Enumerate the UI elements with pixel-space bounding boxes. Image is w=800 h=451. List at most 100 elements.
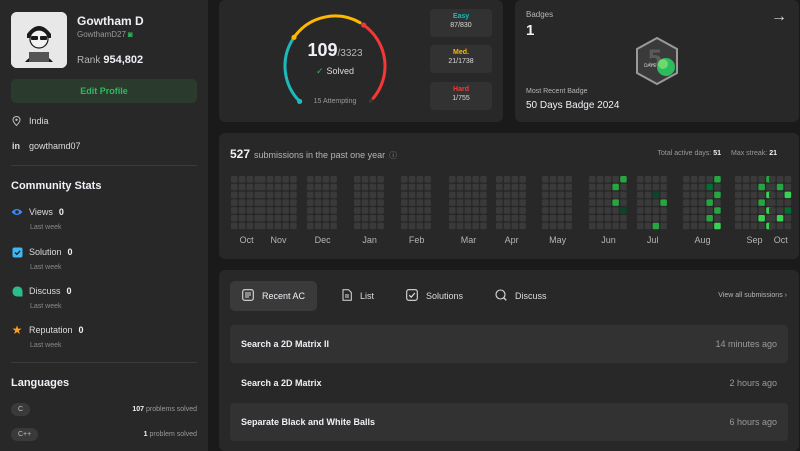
heatmap-cell[interactable]: [480, 191, 487, 199]
heatmap-cell[interactable]: [758, 191, 765, 199]
heatmap-cell[interactable]: [758, 183, 765, 191]
heatmap-cell[interactable]: [307, 199, 314, 206]
heatmap-cell[interactable]: [282, 215, 289, 222]
heatmap-cell[interactable]: [369, 207, 377, 214]
heatmap-cell[interactable]: [322, 199, 330, 206]
submission-title[interactable]: Search a 2D Matrix: [241, 378, 322, 388]
heatmap-cell[interactable]: [322, 222, 330, 230]
heatmap-cell[interactable]: [706, 176, 713, 183]
heatmap-cell[interactable]: [472, 191, 479, 199]
heatmap-cell[interactable]: [511, 215, 519, 222]
heatmap-cell[interactable]: [565, 222, 572, 230]
heatmap-cell[interactable]: [589, 222, 596, 230]
heatmap-cell[interactable]: [307, 222, 314, 230]
heatmap-cell[interactable]: [456, 222, 464, 230]
heatmap-cell[interactable]: [408, 199, 416, 206]
heatmap-cell[interactable]: [683, 183, 690, 191]
heatmap-cell[interactable]: [416, 199, 424, 206]
heatmap-cell[interactable]: [496, 191, 503, 199]
heatmap-cell[interactable]: [330, 215, 337, 222]
heatmap-cell[interactable]: [503, 207, 511, 214]
heatmap-cell[interactable]: [750, 191, 758, 199]
heatmap-cell[interactable]: [231, 215, 238, 222]
heatmap-cell[interactable]: [266, 207, 274, 214]
heatmap-cell[interactable]: [266, 183, 274, 191]
heatmap-cell[interactable]: [408, 207, 416, 214]
heatmap-cell[interactable]: [542, 215, 549, 222]
heatmap-cell[interactable]: [637, 183, 644, 191]
heatmap-cell[interactable]: [259, 207, 266, 214]
heatmap-cell[interactable]: [769, 215, 776, 222]
medium-stat[interactable]: Med. 21/1738: [430, 45, 492, 73]
submission-row[interactable]: Search a 2D Matrix 2 hours ago: [230, 364, 788, 402]
heatmap-cell[interactable]: [742, 191, 750, 199]
heatmap-cell[interactable]: [307, 191, 314, 199]
heatmap-cell[interactable]: [549, 215, 557, 222]
heatmap-cell[interactable]: [322, 207, 330, 214]
heatmap-cell[interactable]: [519, 176, 526, 183]
heatmap-cell[interactable]: [369, 176, 377, 183]
heatmap-cell[interactable]: [769, 222, 776, 230]
heatmap-cell[interactable]: [652, 199, 660, 206]
heatmap-cell[interactable]: [690, 199, 698, 206]
heatmap-cell[interactable]: [698, 191, 706, 199]
heatmap-cell[interactable]: [698, 207, 706, 214]
heatmap-cell[interactable]: [519, 191, 526, 199]
heatmap-cell[interactable]: [266, 215, 274, 222]
heatmap-cell[interactable]: [706, 222, 713, 230]
heatmap-cell[interactable]: [557, 176, 565, 183]
heatmap-cell[interactable]: [637, 222, 644, 230]
heatmap-cell[interactable]: [565, 191, 572, 199]
heatmap-cell[interactable]: [449, 183, 456, 191]
heatmap-cell[interactable]: [519, 207, 526, 214]
heatmap-cell[interactable]: [369, 215, 377, 222]
heatmap-cell[interactable]: [503, 222, 511, 230]
heatmap-cell[interactable]: [698, 215, 706, 222]
heatmap-cell[interactable]: [776, 199, 784, 206]
heatmap-cell[interactable]: [589, 207, 596, 214]
view-all-text[interactable]: View all submissions: [718, 292, 782, 299]
heatmap-cell[interactable]: [549, 199, 557, 206]
heatmap-cell[interactable]: [231, 183, 238, 191]
heatmap-cell[interactable]: [322, 176, 330, 183]
heatmap-cell[interactable]: [612, 176, 619, 183]
heatmap-cell[interactable]: [706, 183, 713, 191]
heatmap-cell[interactable]: [784, 176, 792, 183]
heatmap-cell[interactable]: [354, 207, 361, 214]
heatmap-cell[interactable]: [496, 222, 503, 230]
heatmap-cell[interactable]: [620, 176, 627, 183]
heatmap-cell[interactable]: [408, 183, 416, 191]
heatmap-cell[interactable]: [246, 176, 254, 183]
heatmap-cell[interactable]: [735, 199, 742, 206]
heatmap-cell[interactable]: [266, 222, 274, 230]
heatmap-cell[interactable]: [369, 199, 377, 206]
heatmap-cell[interactable]: [369, 191, 377, 199]
heatmap-cell[interactable]: [735, 215, 742, 222]
heatmap-cell[interactable]: [401, 215, 408, 222]
heatmap-cell[interactable]: [401, 191, 408, 199]
heatmap-cell[interactable]: [519, 183, 526, 191]
heatmap-cell[interactable]: [698, 183, 706, 191]
heatmap-cell[interactable]: [231, 176, 238, 183]
heatmap-cell[interactable]: [565, 199, 572, 206]
heatmap-cell[interactable]: [735, 191, 742, 199]
heatmap-cell[interactable]: [644, 176, 652, 183]
heatmap-cell[interactable]: [742, 222, 750, 230]
heatmap-cell[interactable]: [314, 222, 322, 230]
heatmap-cell[interactable]: [361, 191, 369, 199]
heatmap-cell[interactable]: [231, 191, 238, 199]
heatmap-cell[interactable]: [604, 215, 612, 222]
heatmap-cell[interactable]: [480, 215, 487, 222]
heatmap-cell[interactable]: [480, 207, 487, 214]
heatmap-cell[interactable]: [259, 183, 266, 191]
tab-list[interactable]: List: [330, 281, 386, 311]
heatmap-cell[interactable]: [424, 222, 431, 230]
heatmap-cell[interactable]: [322, 191, 330, 199]
heatmap-cell[interactable]: [238, 222, 246, 230]
heatmap-cell[interactable]: [449, 176, 456, 183]
heatmap-cell[interactable]: [604, 207, 612, 214]
heatmap-cell[interactable]: [769, 191, 776, 199]
tab-discuss[interactable]: Discuss: [483, 281, 559, 311]
heatmap-cell[interactable]: [511, 199, 519, 206]
heatmap-cell[interactable]: [683, 215, 690, 222]
